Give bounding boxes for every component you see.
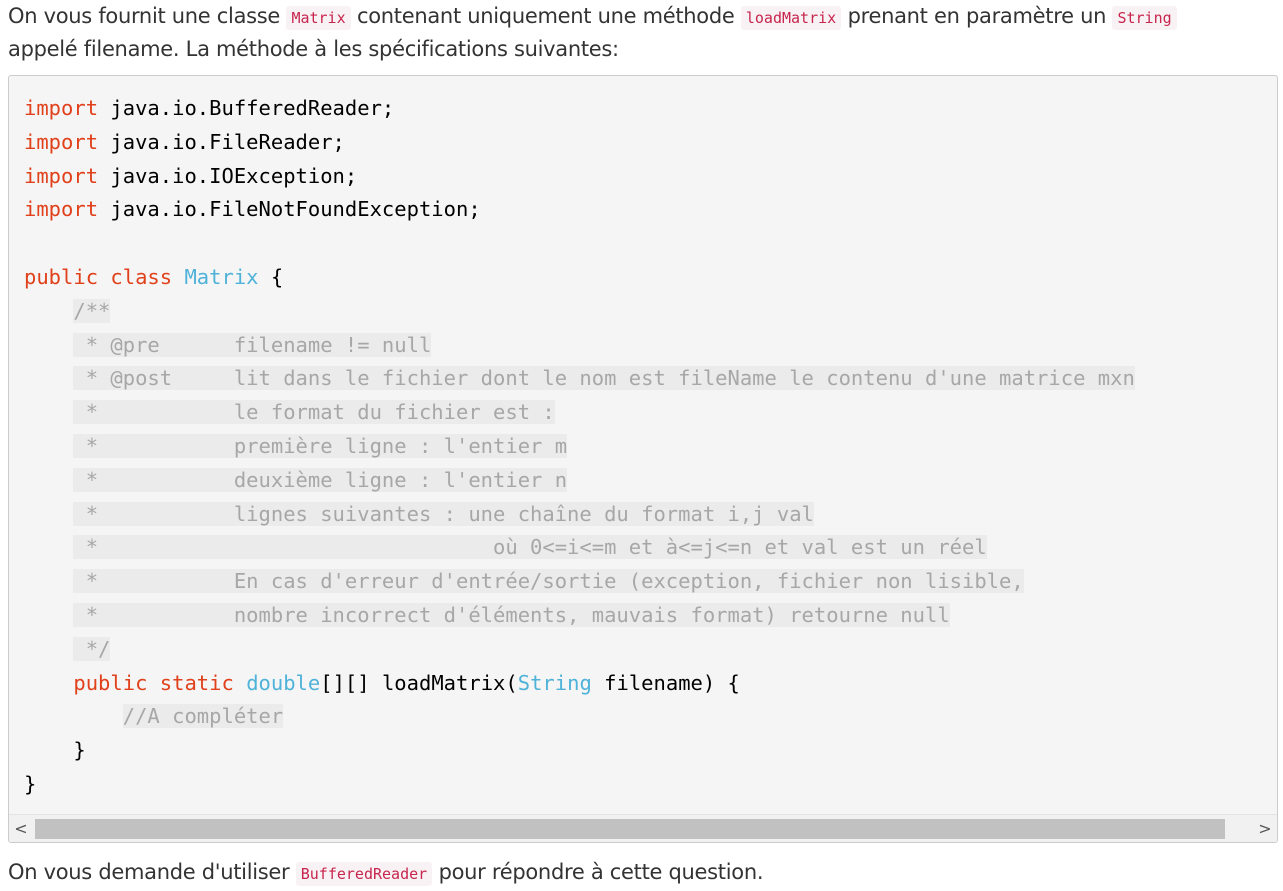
code-text: java.io.BufferedReader; xyxy=(98,96,395,120)
outro-paragraph: On vous demande d'utiliser BufferedReade… xyxy=(8,856,764,891)
keyword: import xyxy=(24,163,99,188)
code-text: filename) { xyxy=(591,670,740,695)
keyword: import xyxy=(24,129,99,154)
scroll-right-arrow-icon[interactable]: > xyxy=(1253,815,1277,842)
outro-text: On vous demande d'utiliser xyxy=(8,860,296,884)
code-text: java.io.FileReader; xyxy=(98,129,345,154)
code-text: [][] loadMatrix( xyxy=(320,670,518,695)
inline-code-bufferedreader: BufferedReader xyxy=(295,862,433,886)
code-line: * le format du fichier est : xyxy=(24,396,1135,430)
intro-text: contenant uniquement une méthode xyxy=(350,4,741,28)
code-line: /** xyxy=(24,295,1135,329)
line-comment: //A compléter xyxy=(122,704,284,729)
outro-text: pour répondre à cette question. xyxy=(432,860,764,884)
code-line: * En cas d'erreur d'entrée/sortie (excep… xyxy=(24,565,1135,599)
scrollbar-thumb[interactable] xyxy=(35,819,1225,839)
inline-code-matrix: Matrix xyxy=(286,6,351,30)
code-text: java.io.IOException; xyxy=(98,163,358,188)
inline-code-loadmatrix: loadMatrix xyxy=(740,6,842,30)
keyword: static xyxy=(159,670,234,695)
code-line: * lignes suivantes : une chaîne du forma… xyxy=(24,498,1135,532)
class-name: Matrix xyxy=(184,264,259,289)
keyword: public xyxy=(24,264,99,289)
code-line: * première ligne : l'entier m xyxy=(24,430,1135,464)
code-line: import java.io.FileReader; xyxy=(24,126,1135,160)
inline-code-string: String xyxy=(1112,6,1177,30)
keyword: import xyxy=(24,197,99,222)
code-text: java.io.FileNotFoundException; xyxy=(98,197,481,222)
doc-comment: * où 0<=i<=m et à<=j<=n et val est un ré… xyxy=(73,535,987,560)
keyword: import xyxy=(24,96,99,120)
doc-comment: */ xyxy=(73,636,111,661)
code-line: * où 0<=i<=m et à<=j<=n et val est un ré… xyxy=(24,531,1135,565)
code-line: * deuxième ligne : l'entier n xyxy=(24,464,1135,498)
intro-line-2: appelé filename. La méthode à les spécif… xyxy=(8,37,619,61)
doc-comment: * @pre filename != null xyxy=(73,332,432,357)
code-line: } xyxy=(24,768,1135,802)
code-line: * @post lit dans le fichier dont le nom … xyxy=(24,362,1135,396)
code-line: public class Matrix { xyxy=(24,261,1135,295)
doc-comment: * deuxième ligne : l'entier n xyxy=(73,467,568,492)
keyword: public xyxy=(73,670,148,695)
code-line: * nombre incorrect d'éléments, mauvais f… xyxy=(24,599,1135,633)
intro-text: prenant en paramètre un xyxy=(841,4,1113,28)
code-text: { xyxy=(258,264,284,289)
code-listing: import java.io.BufferedReader; import jav… xyxy=(24,92,1135,802)
doc-comment: * @post lit dans le fichier dont le nom … xyxy=(73,366,1135,391)
code-line: */ xyxy=(24,633,1135,667)
code-line: //A compléter xyxy=(24,700,1135,734)
code-block: import java.io.BufferedReader; import jav… xyxy=(8,75,1278,843)
doc-comment: * le format du fichier est : xyxy=(73,400,555,425)
doc-comment: * En cas d'erreur d'entrée/sortie (excep… xyxy=(73,569,1024,594)
intro-text: On vous fournit une classe xyxy=(8,4,287,28)
doc-comment: * première ligne : l'entier m xyxy=(73,433,568,458)
code-text: } xyxy=(73,738,86,763)
intro-paragraph: On vous fournit une classe Matrix conten… xyxy=(8,0,1278,66)
type-name: String xyxy=(517,670,592,695)
code-line: } xyxy=(24,734,1135,768)
keyword: class xyxy=(110,264,173,289)
doc-comment: /** xyxy=(73,298,111,323)
doc-comment: * lignes suivantes : une chaîne du forma… xyxy=(73,501,814,526)
type-name: double xyxy=(246,670,321,695)
code-line: import java.io.IOException; xyxy=(24,160,1135,194)
code-viewport: import java.io.BufferedReader; import jav… xyxy=(9,76,1277,814)
horizontal-scrollbar[interactable]: < > xyxy=(9,814,1277,842)
code-line: import java.io.BufferedReader; xyxy=(24,92,1135,126)
code-text: } xyxy=(24,771,37,796)
scroll-left-arrow-icon[interactable]: < xyxy=(9,815,33,842)
doc-comment: * nombre incorrect d'éléments, mauvais f… xyxy=(73,602,950,627)
code-line: import java.io.FileNotFoundException; xyxy=(24,193,1135,227)
intro-line-1: On vous fournit une classe Matrix conten… xyxy=(8,0,1278,33)
code-line: * @pre filename != null xyxy=(24,329,1135,363)
code-line: public static double[][] loadMatrix(Stri… xyxy=(24,667,1135,701)
